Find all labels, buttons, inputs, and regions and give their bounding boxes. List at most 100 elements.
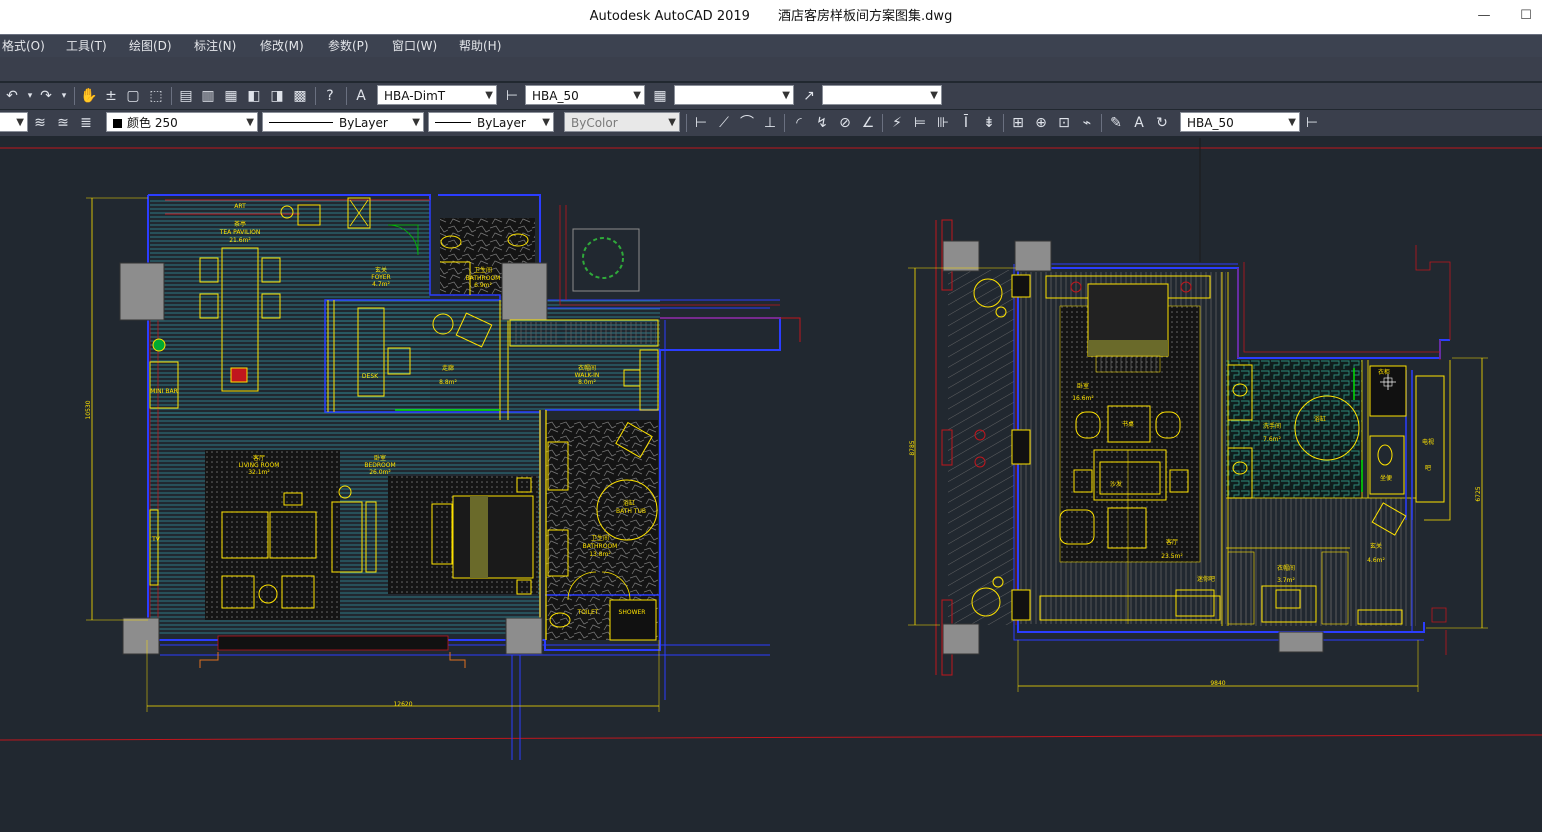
menu-format[interactable]: 格式(O) bbox=[2, 35, 45, 57]
table-style-icon[interactable]: ▦ bbox=[650, 86, 670, 106]
inspection-icon[interactable]: ⊡ bbox=[1054, 113, 1074, 133]
pan-icon[interactable]: ✋ bbox=[79, 86, 99, 106]
title-bar: Autodesk AutoCAD 2019 酒店客房样板间方案图集.dwg — … bbox=[0, 0, 1542, 34]
drawing-canvas[interactable]: 茶亭 TEA PAVILION 21.6m² ART 玄关 FOYER 4.7m… bbox=[0, 138, 1542, 832]
left-floor-plan: 茶亭 TEA PAVILION 21.6m² ART 玄关 FOYER 4.7m… bbox=[85, 194, 801, 760]
separator bbox=[74, 87, 75, 105]
redo-icon[interactable]: ↷ bbox=[36, 86, 56, 106]
menu-dimension[interactable]: 标注(N) bbox=[194, 35, 236, 57]
zoom-realtime-icon[interactable]: ± bbox=[101, 86, 121, 106]
lineweight-value: ByLayer bbox=[477, 116, 526, 130]
jogged-dimension-icon[interactable]: ↯ bbox=[812, 113, 832, 133]
center-mark-icon[interactable]: ⊕ bbox=[1031, 113, 1051, 133]
tool-palettes-icon[interactable]: ▦ bbox=[221, 86, 241, 106]
linetype-value: ByLayer bbox=[339, 116, 388, 130]
multileader-style-combo[interactable]: ▼ bbox=[822, 85, 942, 105]
right-floor-plan: 卧室 16.6m² 书桌 沙发 客厅 23.5m² 洗手间 7.6m² 浴缸 坐… bbox=[908, 219, 1488, 692]
layer-previous-icon[interactable]: ≣ bbox=[76, 113, 96, 133]
menu-parametric[interactable]: 参数(P) bbox=[328, 35, 369, 57]
layer-properties-icon[interactable]: ≋ bbox=[30, 113, 50, 133]
dim-scale-value: HBA_50 bbox=[532, 89, 579, 103]
ordinate-dimension-icon[interactable]: ⊥ bbox=[760, 113, 780, 133]
maximize-button[interactable]: ☐ bbox=[1516, 6, 1536, 26]
angular-dimension-icon[interactable]: ∠ bbox=[858, 113, 878, 133]
continue-dimension-icon[interactable]: ⊪ bbox=[933, 113, 953, 133]
label-living-cn: 客厅 bbox=[253, 454, 265, 462]
markup-icon[interactable]: ◨ bbox=[267, 86, 287, 106]
radius-dimension-icon[interactable]: ◜ bbox=[789, 113, 809, 133]
label-wc-area: 6.9m² bbox=[474, 282, 492, 289]
plot-style-combo: ByColor ▼ bbox=[564, 112, 680, 132]
text-style-icon[interactable]: A bbox=[351, 86, 371, 106]
label-r-bedroom-area: 16.6m² bbox=[1072, 395, 1094, 402]
menu-window[interactable]: 窗口(W) bbox=[392, 35, 437, 57]
label-bathtub-en: BATH TUB bbox=[616, 508, 646, 515]
layer-combo[interactable]: ▼ bbox=[0, 112, 28, 132]
multileader-style-icon[interactable]: ↗ bbox=[799, 86, 819, 106]
dim-scale-combo[interactable]: HBA_50 ▼ bbox=[525, 85, 645, 105]
label-corridor-area: 8.8m² bbox=[439, 379, 457, 386]
label-r-wardrobe-cn: 衣帽间 bbox=[1277, 564, 1295, 572]
label-minibar: MINI BAR bbox=[150, 388, 178, 395]
dimension-style-icon[interactable]: ⊢ bbox=[1302, 113, 1322, 133]
plot-style-value: ByColor bbox=[571, 116, 618, 130]
table-style-combo[interactable]: ▼ bbox=[674, 85, 794, 105]
label-r-living-cn: 客厅 bbox=[1166, 538, 1178, 546]
file-name: 酒店客房样板间方案图集.dwg bbox=[778, 9, 953, 24]
window-title: Autodesk AutoCAD 2019 酒店客房样板间方案图集.dwg bbox=[0, 0, 1542, 34]
dimension-space-icon[interactable]: Ī bbox=[956, 113, 976, 133]
dim-scale-combo-2[interactable]: HBA_50 ▼ bbox=[1180, 112, 1300, 132]
label-r-entry-cn: 玄关 bbox=[1370, 542, 1382, 550]
label-foyer-en: FOYER bbox=[371, 274, 390, 281]
dimension-style-icon[interactable]: ⊢ bbox=[502, 86, 522, 106]
label-wc-en: BATHROOM bbox=[466, 275, 501, 282]
dim-height-right-2: 6725 bbox=[1475, 486, 1482, 501]
properties-icon[interactable]: ▤ bbox=[176, 86, 196, 106]
zoom-previous-icon[interactable]: ⬚ bbox=[146, 86, 166, 106]
design-center-icon[interactable]: ▥ bbox=[198, 86, 218, 106]
standard-toolbar: ↶ ▾ ↷ ▾ ✋ ± ▢ ⬚ ▤ ▥ ▦ ◧ ◨ ▩ ? A HBA-DimT… bbox=[0, 83, 1542, 109]
help-icon[interactable]: ? bbox=[320, 86, 340, 106]
chevron-down-icon: ▼ bbox=[782, 90, 790, 101]
properties-toolbar: ▼ ≋ ≊ ≣ 颜色 250 ▼ ByLayer ▼ ByLayer ▼ ByC… bbox=[0, 110, 1542, 136]
label-r-minibar-cn: 迷你吧 bbox=[1197, 575, 1215, 583]
menu-modify[interactable]: 修改(M) bbox=[260, 35, 304, 57]
separator bbox=[346, 87, 347, 105]
lineweight-combo[interactable]: ByLayer ▼ bbox=[428, 112, 554, 132]
linetype-combo[interactable]: ByLayer ▼ bbox=[262, 112, 424, 132]
calculator-icon[interactable]: ▩ bbox=[290, 86, 310, 106]
menu-help[interactable]: 帮助(H) bbox=[459, 35, 501, 57]
dimension-edit-icon[interactable]: ✎ bbox=[1106, 113, 1126, 133]
label-bedroom-cn: 卧室 bbox=[374, 454, 386, 462]
dim-style-combo[interactable]: HBA-DimT ▼ bbox=[377, 85, 497, 105]
sheet-set-icon[interactable]: ◧ bbox=[244, 86, 264, 106]
arc-length-icon[interactable]: ⌒ bbox=[737, 113, 757, 133]
diameter-dimension-icon[interactable]: ⊘ bbox=[835, 113, 855, 133]
jogged-linear-icon[interactable]: ⌁ bbox=[1077, 113, 1097, 133]
color-swatch bbox=[113, 119, 122, 128]
chevron-down-icon: ▼ bbox=[633, 90, 641, 101]
dimension-text-edit-icon[interactable]: A bbox=[1129, 113, 1149, 133]
cad-drawing: 茶亭 TEA PAVILION 21.6m² ART 玄关 FOYER 4.7m… bbox=[0, 138, 1542, 760]
dim-height-left: 10530 bbox=[85, 400, 92, 419]
tolerance-icon[interactable]: ⊞ bbox=[1008, 113, 1028, 133]
quick-dimension-icon[interactable]: ⚡ bbox=[887, 113, 907, 133]
dim-width-right: 9840 bbox=[1210, 680, 1225, 687]
aligned-dimension-icon[interactable]: ⟋ bbox=[714, 113, 734, 133]
menu-draw[interactable]: 绘图(D) bbox=[129, 35, 172, 57]
minimize-button[interactable]: — bbox=[1474, 6, 1494, 26]
label-bedroom-en: BEDROOM bbox=[364, 462, 395, 469]
color-combo[interactable]: 颜色 250 ▼ bbox=[106, 112, 258, 132]
label-art: ART bbox=[234, 203, 246, 210]
dimension-update-icon[interactable]: ↻ bbox=[1152, 113, 1172, 133]
menu-tools[interactable]: 工具(T) bbox=[66, 35, 107, 57]
undo-icon[interactable]: ↶ bbox=[2, 86, 22, 106]
zoom-window-icon[interactable]: ▢ bbox=[123, 86, 143, 106]
make-current-layer-icon[interactable]: ≊ bbox=[53, 113, 73, 133]
baseline-dimension-icon[interactable]: ⊨ bbox=[910, 113, 930, 133]
chevron-down-icon: ▼ bbox=[16, 117, 24, 128]
label-shower: SHOWER bbox=[619, 609, 646, 616]
dimension-break-icon[interactable]: ⇟ bbox=[979, 113, 999, 133]
redo-dropdown-icon[interactable]: ▾ bbox=[54, 86, 74, 106]
linear-dimension-icon[interactable]: ⊢ bbox=[691, 113, 711, 133]
